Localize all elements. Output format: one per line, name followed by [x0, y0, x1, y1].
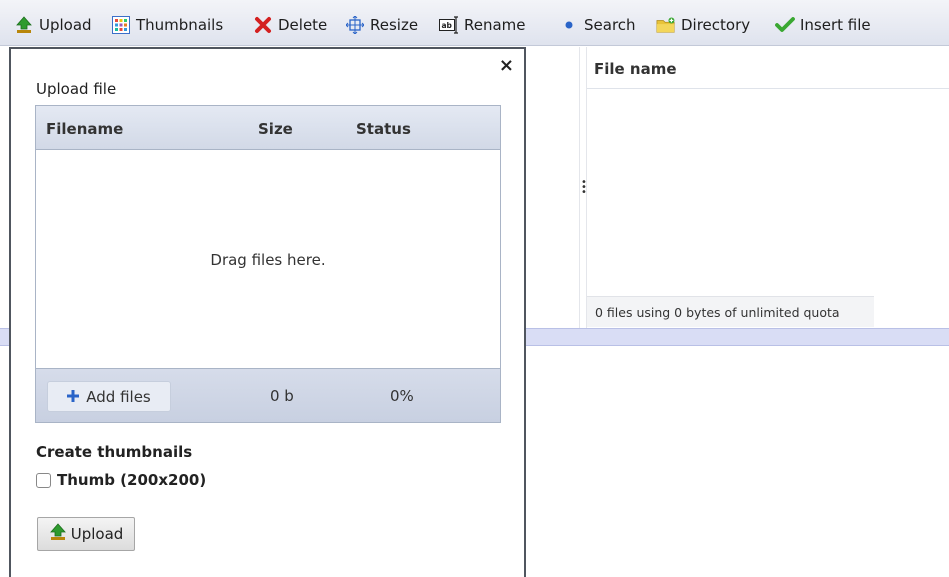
thumb-option[interactable]: Thumb (200x200)	[36, 471, 206, 489]
folder-icon	[656, 15, 676, 35]
close-icon[interactable]: ×	[499, 55, 514, 76]
upload-arrow-icon	[14, 15, 34, 35]
dot-icon	[559, 15, 579, 35]
grid-icon	[111, 15, 131, 35]
insert-file-button[interactable]: Insert file	[775, 14, 871, 36]
resize-icon	[345, 15, 365, 35]
total-percent: 0%	[390, 387, 414, 405]
thumb-option-label: Thumb (200x200)	[57, 471, 207, 489]
svg-text:ab: ab	[442, 21, 453, 30]
add-files-label: Add files	[86, 387, 151, 406]
upload-queue: Filename Size Status Drag files here. Ad…	[35, 105, 501, 423]
upload-button[interactable]: Upload	[14, 14, 92, 36]
insert-file-label: Insert file	[800, 16, 871, 34]
plus-icon	[67, 388, 80, 406]
filename-column-header: Filename	[46, 120, 124, 138]
toolbar: Upload Thumbnails Delete Resize ab Renam…	[0, 0, 949, 46]
search-label: Search	[584, 16, 636, 34]
drop-zone[interactable]: Drag files here.	[36, 150, 500, 369]
delete-label: Delete	[278, 16, 328, 34]
file-name-header[interactable]: File name	[587, 47, 949, 89]
status-column-header: Status	[356, 120, 411, 138]
checkmark-icon	[775, 15, 795, 35]
pane-divider	[586, 47, 587, 329]
splitter-handle[interactable]: • • •	[581, 178, 587, 198]
directory-button[interactable]: Directory	[656, 14, 750, 36]
upload-submit-label: Upload	[70, 525, 124, 543]
directory-label: Directory	[681, 16, 751, 34]
queue-footer: Add files 0 b 0%	[36, 368, 500, 422]
add-files-button[interactable]: Add files	[47, 381, 171, 412]
total-size: 0 b	[270, 387, 294, 405]
thumb-checkbox[interactable]	[36, 472, 51, 488]
upload-arrow-icon	[49, 523, 67, 545]
resize-button[interactable]: Resize	[345, 14, 418, 36]
thumbnails-label: Thumbnails	[136, 16, 224, 34]
drop-zone-text: Drag files here.	[210, 250, 326, 269]
upload-dialog: × Upload file Filename Size Status Drag …	[9, 47, 526, 577]
rename-label: Rename	[464, 16, 526, 34]
pane-divider	[579, 47, 580, 329]
thumbnails-heading: Create thumbnails	[36, 443, 193, 461]
delete-button[interactable]: Delete	[253, 14, 327, 36]
red-x-icon	[253, 15, 273, 35]
thumbnails-button[interactable]: Thumbnails	[111, 14, 223, 36]
quota-status: 0 files using 0 bytes of unlimited quota	[587, 296, 874, 327]
dialog-title: Upload file	[36, 80, 117, 98]
upload-label: Upload	[39, 16, 92, 34]
size-column-header: Size	[258, 120, 293, 138]
rename-icon: ab	[439, 15, 459, 35]
resize-label: Resize	[370, 16, 419, 34]
queue-header: Filename Size Status	[36, 106, 500, 150]
rename-button[interactable]: ab Rename	[439, 14, 526, 36]
search-button[interactable]: Search	[559, 14, 636, 36]
upload-submit-button[interactable]: Upload	[37, 517, 135, 551]
file-name-column-label: File name	[594, 60, 677, 78]
